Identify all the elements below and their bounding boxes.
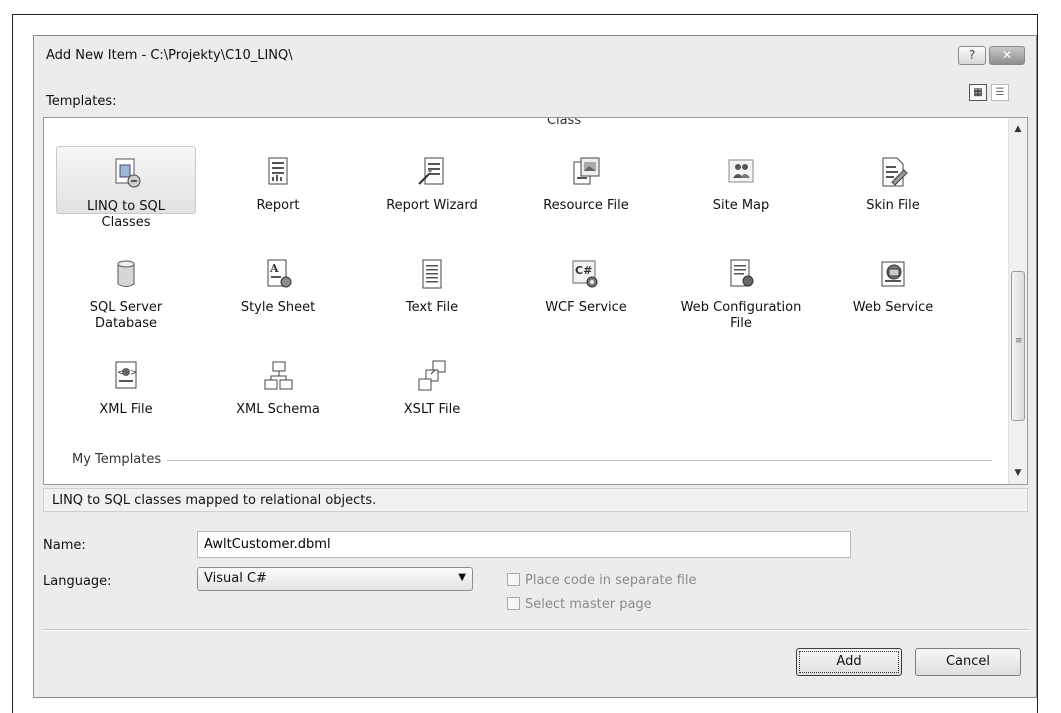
my-templates-section: My Templates [72,452,992,468]
template-wcf-service[interactable]: C# WCF Service [516,248,656,316]
resource-file-icon [573,157,600,185]
template-style-sheet[interactable]: A Style Sheet [208,248,348,316]
template-report[interactable]: Report [208,146,348,214]
section-divider [72,460,992,461]
templates-panel[interactable]: Class LINQ to SQL Classes Report Report … [43,117,1028,485]
template-xml-file[interactable]: < > XML File [56,350,196,418]
text-file-icon [422,259,442,289]
report-icon [268,157,288,185]
template-site-map[interactable]: Site Map [671,146,811,214]
template-web-service[interactable]: Web Service [823,248,963,316]
master-page-label: Select master page [525,597,652,612]
template-description: LINQ to SQL classes mapped to relational… [43,488,1028,512]
dialog-title: Add New Item - C:\Projekty\C10_LINQ\ [46,48,293,63]
large-icons-view-button[interactable]: ▦ [969,84,987,101]
language-select[interactable]: Visual C# ▼ [197,567,473,591]
scroll-up-arrow-icon[interactable]: ▲ [1009,120,1027,138]
xslt-file-icon [418,360,446,391]
footer-divider [43,629,1028,631]
templates-label: Templates: [46,94,117,109]
place-code-label: Place code in separate file [525,573,697,588]
template-sql-server-database[interactable]: SQL Server Database [56,248,196,332]
template-skin-file[interactable]: Skin File [823,146,963,214]
template-web-configuration-file[interactable]: Web Configuration File [671,248,811,332]
web-config-icon [730,259,754,287]
dropdown-arrow-icon: ▼ [458,572,466,583]
templates-scrollbar[interactable]: ▲ ≡ ▼ [1008,118,1027,484]
select-master-page-checkbox[interactable]: Select master page [507,597,652,612]
svg-text:C#: C# [575,264,592,277]
title-bar[interactable]: Add New Item - C:\Projekty\C10_LINQ\ ? ✕ [34,36,1036,70]
checkbox-icon [507,597,520,610]
template-xslt-file[interactable]: XSLT File [362,350,502,418]
template-resource-file[interactable]: Resource File [516,146,656,214]
scroll-thumb[interactable]: ≡ [1011,271,1025,421]
place-code-separate-checkbox[interactable]: Place code in separate file [507,573,697,588]
wcf-service-icon: C# [572,260,598,288]
template-report-wizard[interactable]: Report Wizard [362,146,502,214]
xml-schema-icon [264,361,293,390]
database-icon [117,260,135,287]
template-text-file[interactable]: Text File [362,248,502,316]
style-sheet-icon: A [267,259,292,288]
help-button[interactable]: ? [958,46,986,65]
close-button[interactable]: ✕ [989,46,1025,65]
template-linq-to-sql-classes[interactable]: LINQ to SQL Classes [56,146,196,230]
svg-text:>: > [130,368,138,378]
skin-file-icon [882,157,908,187]
checkbox-icon [507,573,520,586]
partial-item-label[interactable]: Class [534,118,594,128]
grip-icon: ≡ [1015,336,1023,346]
name-input[interactable] [197,531,851,558]
svg-text:A: A [269,262,279,275]
cancel-button[interactable]: Cancel [915,648,1021,676]
my-templates-label: My Templates [72,452,168,467]
name-label: Name: [43,538,86,553]
list-view-button[interactable]: ☰ [991,84,1009,101]
linq-icon [115,158,141,188]
web-service-icon [881,261,905,287]
add-new-item-dialog: Add New Item - C:\Projekty\C10_LINQ\ ? ✕… [33,35,1037,698]
language-value: Visual C# [204,571,267,586]
xml-file-icon: < > [115,361,138,389]
report-wizard-icon [418,157,444,185]
template-xml-schema[interactable]: XML Schema [208,350,348,418]
language-label: Language: [43,574,112,589]
add-button[interactable]: Add [796,648,902,676]
site-map-icon [728,159,754,183]
scroll-down-arrow-icon[interactable]: ▼ [1009,464,1027,482]
